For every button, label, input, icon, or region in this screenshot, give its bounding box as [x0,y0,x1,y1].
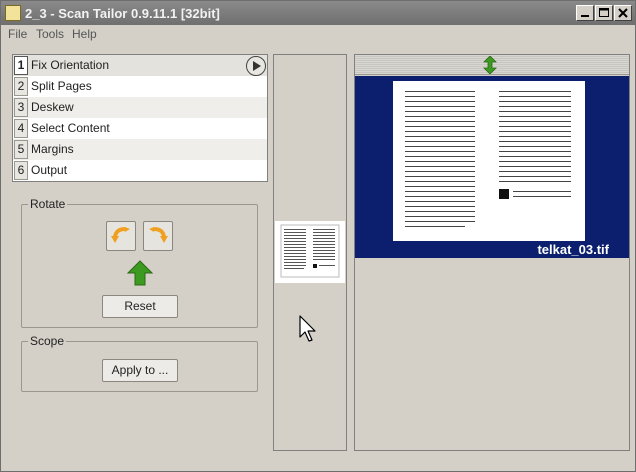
menu-tools[interactable]: Tools [36,27,64,41]
stage-label: Split Pages [31,79,92,93]
thumbnail-image [280,224,340,278]
stage-number: 5 [14,140,28,159]
stage-label: Deskew [31,100,74,114]
stage-number: 3 [14,98,28,117]
stage-list: 1 Fix Orientation 2 Split Pages 3 Deskew… [12,54,268,182]
view-toolbar [355,55,629,75]
image-view-panel: telkat_03.tif [354,54,630,451]
scope-group: Scope Apply to ... [21,334,258,392]
rotate-group-title: Rotate [28,197,68,211]
stage-label: Fix Orientation [31,58,110,72]
rotate-left-button[interactable] [106,221,136,251]
stage-label: Margins [31,142,74,156]
maximize-icon [599,8,609,17]
stage-fix-orientation[interactable]: 1 Fix Orientation [13,55,267,76]
stage-label: Select Content [31,121,110,135]
page-view[interactable]: telkat_03.tif [355,76,629,258]
scope-group-title: Scope [28,334,67,348]
play-icon [253,61,261,71]
rotate-right-button[interactable] [143,221,173,251]
stage-select-content[interactable]: 4 Select Content [13,118,267,139]
stage-number: 2 [14,77,28,96]
app-icon [5,5,21,21]
stage-margins[interactable]: 5 Margins [13,139,267,160]
rotate-left-icon [111,227,130,243]
maximize-button[interactable] [595,5,613,21]
mouse-cursor-icon [299,315,316,342]
stage-number: 1 [14,56,28,75]
scanned-page-content [405,91,571,227]
close-button[interactable] [614,5,632,21]
window-title: 2_3 - Scan Tailor 0.9.11.1 [32bit] [25,6,220,21]
status-bar [1,457,635,471]
apply-to-button[interactable]: Apply to ... [102,359,178,382]
rotate-group: Rotate Reset [21,197,258,328]
menu-file[interactable]: File [8,27,27,41]
stage-split-pages[interactable]: 2 Split Pages [13,76,267,97]
close-icon [618,8,628,18]
title-bar[interactable]: 2_3 - Scan Tailor 0.9.11.1 [32bit] [1,1,635,25]
stage-label: Output [31,163,68,177]
minimize-button[interactable] [576,5,594,21]
rotate-right-icon [149,227,168,243]
minimize-icon [581,15,589,17]
page-thumbnail[interactable] [275,221,345,283]
expand-vertical-icon[interactable] [482,56,498,74]
menu-bar: File Tools Help [1,25,635,45]
page-image [393,81,585,241]
reset-button[interactable]: Reset [102,295,178,318]
batch-process-button[interactable] [246,56,266,76]
up-arrow-icon [127,260,153,286]
stage-number: 4 [14,119,28,138]
thumbnail-panel[interactable] [273,54,347,451]
app-window: 2_3 - Scan Tailor 0.9.11.1 [32bit] File … [0,0,636,472]
filename-label: telkat_03.tif [537,242,609,257]
stage-deskew[interactable]: 3 Deskew [13,97,267,118]
stage-output[interactable]: 6 Output [13,160,267,181]
menu-help[interactable]: Help [72,27,97,41]
stage-number: 6 [14,161,28,180]
